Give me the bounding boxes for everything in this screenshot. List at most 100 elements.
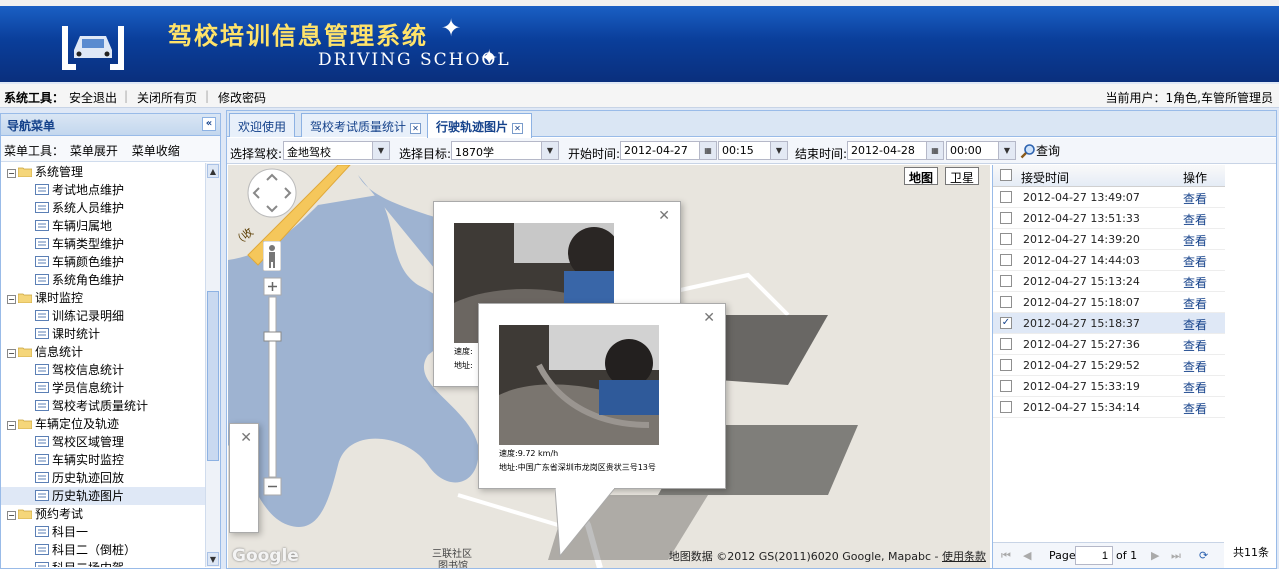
- start-date-field[interactable]: 2012-04-27 ▦: [620, 141, 717, 160]
- scroll-up-icon[interactable]: ▲: [207, 164, 219, 178]
- table-row[interactable]: 2012-04-27 15:33:19 查看: [993, 376, 1225, 397]
- table-row[interactable]: 2012-04-27 14:44:03 查看: [993, 250, 1225, 271]
- map-type-satellite-button[interactable]: 卫星: [945, 167, 980, 185]
- change-password-button[interactable]: 修改密码: [218, 89, 266, 106]
- last-page-icon[interactable]: ⏭: [1171, 549, 1181, 563]
- table-row[interactable]: 2012-04-27 13:49:07 查看: [993, 187, 1225, 208]
- view-link[interactable]: 查看: [1183, 358, 1207, 375]
- view-link[interactable]: 查看: [1183, 211, 1207, 228]
- scroll-thumb[interactable]: [207, 291, 219, 461]
- tree-leaf[interactable]: 车辆类型维护: [1, 235, 205, 253]
- table-row[interactable]: 2012-04-27 13:51:33 查看: [993, 208, 1225, 229]
- table-row[interactable]: 2012-04-27 15:29:52 查看: [993, 355, 1225, 376]
- tree-leaf[interactable]: 历史轨迹回放: [1, 469, 205, 487]
- close-all-button[interactable]: 关闭所有页: [137, 89, 197, 106]
- end-time-select[interactable]: 00:00 ▼: [946, 141, 1016, 160]
- table-row[interactable]: 2012-04-27 15:13:24 查看: [993, 271, 1225, 292]
- query-button[interactable]: 查询: [1020, 142, 1060, 159]
- view-link[interactable]: 查看: [1183, 295, 1207, 312]
- collapse-toggle-icon[interactable]: −: [7, 349, 16, 358]
- tab-track-images[interactable]: 行驶轨迹图片 ✕: [427, 113, 533, 138]
- zoom-slider[interactable]: [263, 277, 283, 497]
- tree-folder[interactable]: − 信息统计: [1, 343, 205, 361]
- target-select[interactable]: 1870学 ▼: [451, 141, 559, 160]
- refresh-icon[interactable]: ⟳: [1199, 549, 1208, 562]
- first-page-icon[interactable]: ⏮: [1001, 549, 1011, 563]
- close-icon[interactable]: ✕: [658, 208, 670, 224]
- row-checkbox[interactable]: [1000, 359, 1012, 371]
- school-select[interactable]: 金地驾校 ▼: [283, 141, 390, 160]
- close-icon[interactable]: ✕: [703, 310, 715, 326]
- view-link[interactable]: 查看: [1183, 274, 1207, 291]
- logout-button[interactable]: 安全退出: [69, 89, 117, 106]
- calendar-icon[interactable]: ▦: [926, 142, 943, 159]
- collapse-toggle-icon[interactable]: −: [7, 511, 16, 520]
- tree-folder[interactable]: − 系统管理: [1, 163, 205, 181]
- prev-page-icon[interactable]: ◀: [1023, 549, 1031, 562]
- tree-leaf[interactable]: 车辆归属地: [1, 217, 205, 235]
- next-page-icon[interactable]: ▶: [1151, 549, 1159, 562]
- row-checkbox[interactable]: [1000, 254, 1012, 266]
- row-checkbox[interactable]: ✓: [1000, 317, 1012, 329]
- tree-leaf[interactable]: 驾校考试质量统计: [1, 397, 205, 415]
- row-checkbox[interactable]: [1000, 275, 1012, 287]
- tree-leaf[interactable]: 系统角色维护: [1, 271, 205, 289]
- row-checkbox[interactable]: [1000, 338, 1012, 350]
- tree-leaf[interactable]: 科目一: [1, 523, 205, 541]
- tab-welcome[interactable]: 欢迎使用: [229, 113, 296, 137]
- chevron-down-icon[interactable]: ▼: [541, 142, 558, 159]
- chevron-down-icon[interactable]: ▼: [998, 142, 1015, 159]
- row-checkbox[interactable]: [1000, 233, 1012, 245]
- tree-folder[interactable]: − 预约考试: [1, 505, 205, 523]
- collapse-toggle-icon[interactable]: −: [7, 295, 16, 304]
- table-row[interactable]: 2012-04-27 14:39:20 查看: [993, 229, 1225, 250]
- chevron-down-icon[interactable]: ▼: [372, 142, 389, 159]
- view-link[interactable]: 查看: [1183, 337, 1207, 354]
- row-checkbox[interactable]: [1000, 191, 1012, 203]
- tree-leaf[interactable]: 课时统计: [1, 325, 205, 343]
- table-row[interactable]: 2012-04-27 15:18:07 查看: [993, 292, 1225, 313]
- terms-link[interactable]: 使用条款: [942, 550, 986, 563]
- table-row[interactable]: 2012-04-27 15:27:36 查看: [993, 334, 1225, 355]
- view-link[interactable]: 查看: [1183, 190, 1207, 207]
- chevron-down-icon[interactable]: ▼: [770, 142, 787, 159]
- calendar-icon[interactable]: ▦: [699, 142, 716, 159]
- menu-expand-button[interactable]: 菜单展开: [70, 144, 118, 158]
- collapse-toggle-icon[interactable]: −: [7, 169, 16, 178]
- row-checkbox[interactable]: [1000, 401, 1012, 413]
- nav-scrollbar[interactable]: ▲ ▼: [205, 163, 220, 567]
- tab-exam-quality[interactable]: 驾校考试质量统计 ✕: [301, 113, 431, 137]
- pan-control-icon[interactable]: [246, 167, 298, 219]
- scroll-down-icon[interactable]: ▼: [207, 552, 219, 566]
- tree-leaf[interactable]: 驾校信息统计: [1, 361, 205, 379]
- view-link[interactable]: 查看: [1183, 379, 1207, 396]
- view-link[interactable]: 查看: [1183, 253, 1207, 270]
- tree-leaf[interactable]: 车辆颜色维护: [1, 253, 205, 271]
- end-date-field[interactable]: 2012-04-28 ▦: [847, 141, 944, 160]
- tree-leaf[interactable]: 车辆实时监控: [1, 451, 205, 469]
- tree-leaf[interactable]: 考试地点维护: [1, 181, 205, 199]
- tree-folder[interactable]: − 车辆定位及轨迹: [1, 415, 205, 433]
- collapse-left-icon[interactable]: «: [202, 117, 216, 131]
- row-checkbox[interactable]: [1000, 296, 1012, 308]
- close-tab-icon[interactable]: ✕: [512, 123, 524, 134]
- table-row[interactable]: ✓ 2012-04-27 15:18:37 查看: [993, 313, 1225, 334]
- row-checkbox[interactable]: [1000, 380, 1012, 392]
- close-icon[interactable]: ✕: [240, 430, 252, 446]
- map-type-map-button[interactable]: 地图: [904, 167, 939, 185]
- tree-leaf[interactable]: 学员信息统计: [1, 379, 205, 397]
- menu-collapse-button[interactable]: 菜单收缩: [132, 144, 180, 158]
- start-time-select[interactable]: 00:15 ▼: [718, 141, 788, 160]
- select-all-checkbox[interactable]: [1000, 169, 1012, 181]
- tree-leaf[interactable]: 科目二场内驾: [1, 559, 205, 567]
- close-tab-icon[interactable]: ✕: [410, 123, 422, 134]
- pegman-icon[interactable]: [263, 241, 281, 271]
- tree-leaf[interactable]: 驾校区域管理: [1, 433, 205, 451]
- collapse-toggle-icon[interactable]: −: [7, 421, 16, 430]
- tree-leaf[interactable]: 科目二（倒桩）: [1, 541, 205, 559]
- tree-leaf[interactable]: 训练记录明细: [1, 307, 205, 325]
- tree-leaf[interactable]: 历史轨迹图片: [1, 487, 205, 505]
- view-link[interactable]: 查看: [1183, 316, 1207, 333]
- page-input[interactable]: [1075, 546, 1113, 565]
- map-view[interactable]: （收 地图 卫星 ✕ ✕ 速度: 地址: ✕ 速度:9.72 km/h 地址:中…: [228, 165, 990, 568]
